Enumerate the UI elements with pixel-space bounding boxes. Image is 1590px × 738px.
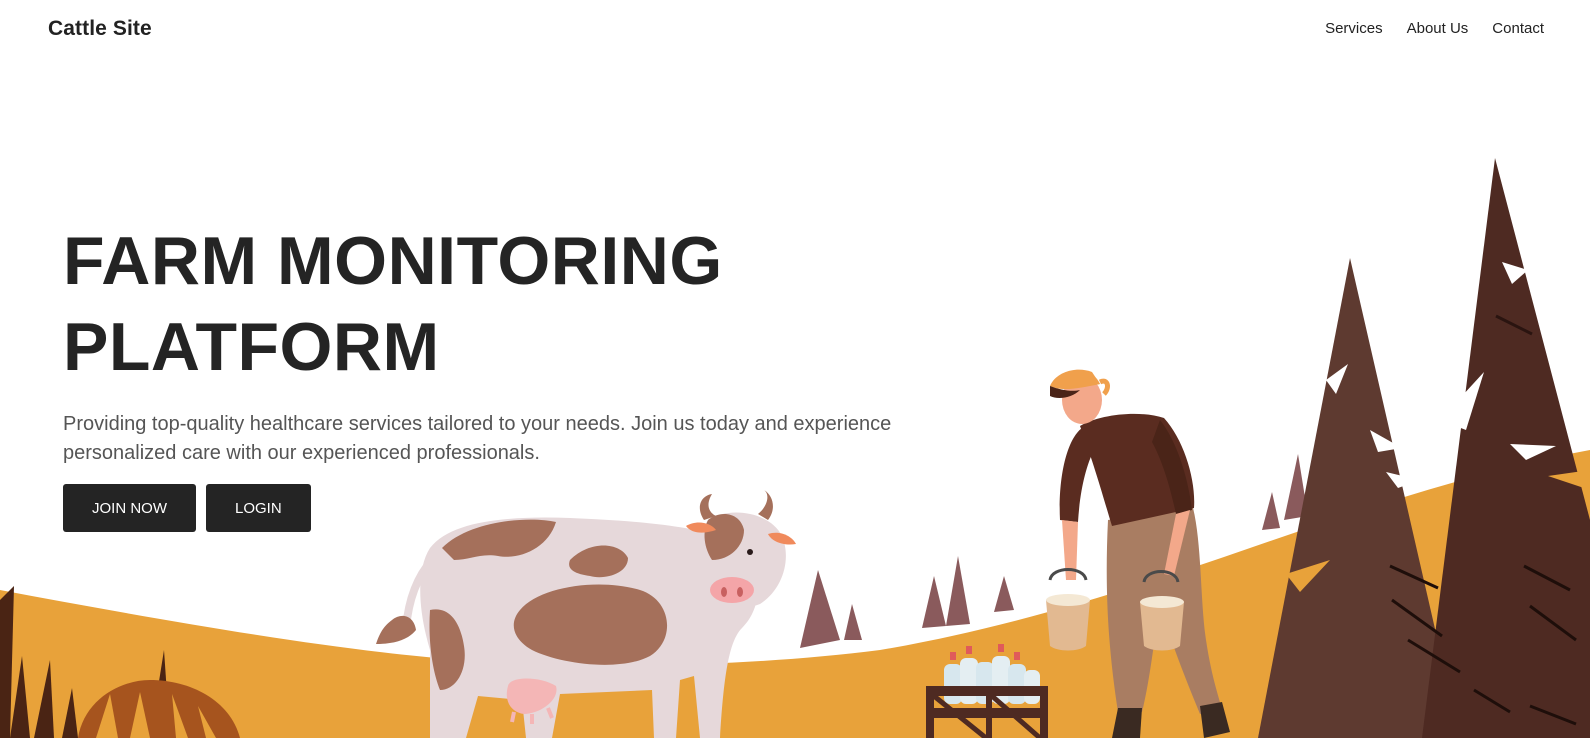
login-button[interactable]: LOGIN <box>206 484 311 532</box>
brand-logo[interactable]: Cattle Site <box>48 17 152 41</box>
nav-link-services[interactable]: Services <box>1325 20 1383 37</box>
nav-link-about-us[interactable]: About Us <box>1407 20 1469 37</box>
hero-description: Providing top-quality healthcare service… <box>63 413 892 464</box>
hero-title-line-2: PLATFORM <box>63 309 440 385</box>
join-now-button[interactable]: JOIN NOW <box>63 484 196 532</box>
hero-title: FARM MONITORING PLATFORM <box>63 218 963 390</box>
navbar: Cattle Site Services About Us Contact <box>0 0 1590 62</box>
nav-link-contact[interactable]: Contact <box>1492 20 1544 37</box>
hero-actions: JOIN NOW LOGIN <box>63 484 963 532</box>
hero-section: FARM MONITORING PLATFORM Providing top-q… <box>63 218 963 532</box>
hero-title-line-1: FARM MONITORING <box>63 223 723 299</box>
nav-links: Services About Us Contact <box>1325 20 1544 37</box>
pine-tree-icon <box>1258 158 1590 738</box>
